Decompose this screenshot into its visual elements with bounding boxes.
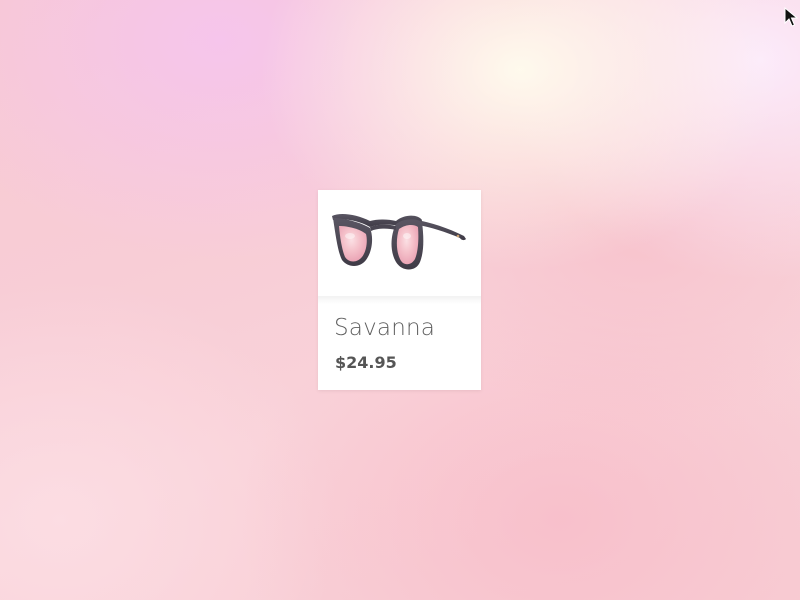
image-divider bbox=[318, 296, 481, 304]
product-name[interactable]: Savanna bbox=[334, 315, 435, 341]
product-price: $24.95 bbox=[335, 353, 397, 372]
product-card[interactable]: Savanna $24.95 bbox=[318, 190, 481, 390]
sunglasses-icon bbox=[331, 213, 466, 270]
page-background: Savanna $24.95 bbox=[0, 0, 800, 600]
mouse-pointer-icon bbox=[784, 7, 798, 27]
product-image[interactable] bbox=[318, 190, 481, 296]
